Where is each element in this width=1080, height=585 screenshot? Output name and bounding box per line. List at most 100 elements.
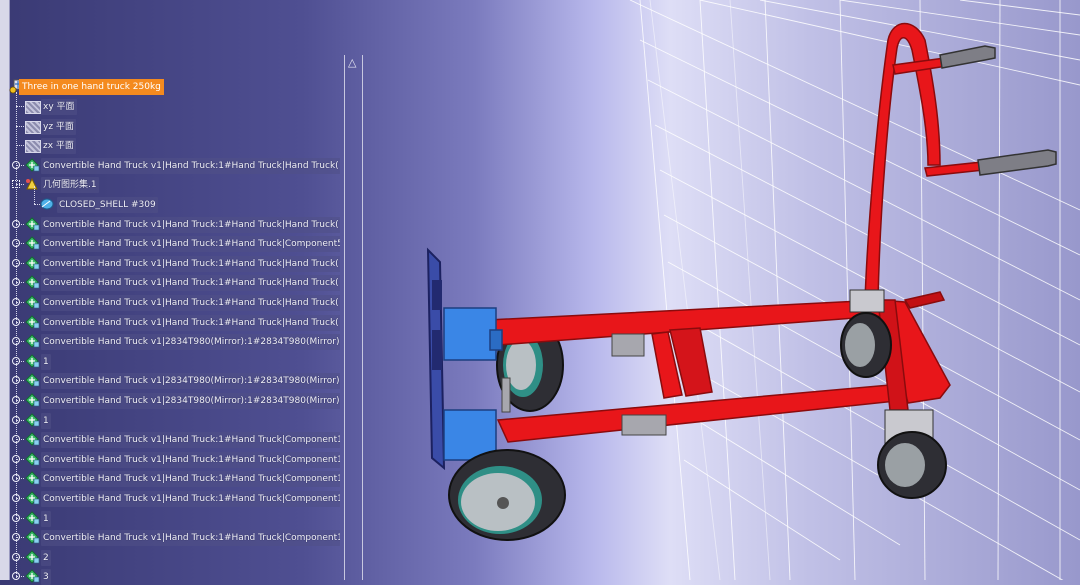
tree-node[interactable]: yz 平面 <box>41 118 76 135</box>
tree-node-label: Convertible Hand Truck v1|Hand Truck:1#H… <box>41 275 340 292</box>
tree-node[interactable]: CLOSED_SHELL #309 <box>57 197 158 213</box>
expand-toggle-icon[interactable] <box>12 415 20 424</box>
part-icon <box>25 275 40 290</box>
tree-root-node[interactable]: Three in one hand truck 250kg <box>19 79 164 95</box>
closed-shell-icon <box>40 198 54 210</box>
tree-node-label: xy 平面 <box>41 99 77 115</box>
plane-icon <box>25 101 41 114</box>
tree-node-label: 3 <box>41 569 51 585</box>
tree-node[interactable]: Convertible Hand Truck v1|Hand Truck:1#H… <box>41 216 340 233</box>
tree-node[interactable]: Convertible Hand Truck v1|Hand Truck:1#H… <box>41 530 340 547</box>
tree-node-label: Convertible Hand Truck v1|2834T980(Mirro… <box>41 393 340 409</box>
tree-node[interactable]: Convertible Hand Truck v1|Hand Truck:1#H… <box>41 451 340 468</box>
tree-node-label: Convertible Hand Truck v1|Hand Truck:1#H… <box>41 432 340 449</box>
front-wheel <box>448 449 566 541</box>
expand-toggle-icon[interactable] <box>12 160 20 169</box>
part-icon <box>25 236 40 250</box>
tree-node-label: Convertible Hand Truck v1|Hand Truck:1#H… <box>41 255 340 272</box>
expand-toggle-icon[interactable] <box>12 513 20 522</box>
tree-node[interactable]: Convertible Hand Truck v1|Hand Truck:1#H… <box>41 295 340 311</box>
tree-node-label: 几何图形集.1 <box>41 177 99 194</box>
tree-node-label: Convertible Hand Truck v1|Hand Truck:1#H… <box>41 530 340 547</box>
plane-icon <box>25 120 41 134</box>
tree-node-label: yz 平面 <box>41 118 76 135</box>
tree-node[interactable]: Convertible Hand Truck v1|2834T980(Mirro… <box>41 393 340 409</box>
tree-node-label: Convertible Hand Truck v1|Hand Truck:1#H… <box>41 471 340 488</box>
part-icon <box>25 373 40 388</box>
tree-node[interactable]: Convertible Hand Truck v1|2834T980(Mirro… <box>41 373 340 390</box>
expand-toggle-icon[interactable] <box>12 494 20 502</box>
tree-node[interactable]: Convertible Hand Truck v1|Hand Truck:1#H… <box>41 255 340 272</box>
tree-node-label: 1 <box>41 510 51 527</box>
part-icon <box>25 314 40 329</box>
part-icon <box>25 354 40 368</box>
tree-node-label: zx 平面 <box>41 138 76 155</box>
tree-connector <box>16 125 24 127</box>
scroll-up-arrow-icon[interactable]: △ <box>348 57 356 68</box>
tree-node-label: CLOSED_SHELL #309 <box>57 197 158 213</box>
part-icon <box>25 432 40 446</box>
tree-node-label: Convertible Hand Truck v1|2834T980(Mirro… <box>41 373 340 390</box>
tree-node[interactable]: Convertible Hand Truck v1|Hand Truck:1#H… <box>41 491 340 507</box>
part-icon <box>25 158 40 172</box>
tree-node-label: Convertible Hand Truck v1|Hand Truck:1#H… <box>41 295 340 311</box>
tree-node[interactable]: Convertible Hand Truck v1|Hand Truck:1#H… <box>41 157 340 174</box>
part-icon <box>25 412 40 427</box>
tree-node[interactable]: 1 <box>41 412 51 429</box>
tree-node-label: Convertible Hand Truck v1|Hand Truck:1#H… <box>41 236 340 253</box>
tree-node-label: Convertible Hand Truck v1|Hand Truck:1#H… <box>41 216 340 233</box>
tree-node[interactable]: Convertible Hand Truck v1|Hand Truck:1#H… <box>41 236 340 253</box>
tree-node-label: 2 <box>41 549 51 566</box>
tree-node-label: Convertible Hand Truck v1|Hand Truck:1#H… <box>41 451 340 468</box>
tree-node[interactable]: Convertible Hand Truck v1|Hand Truck:1#H… <box>41 314 340 331</box>
tree-node-label: 1 <box>41 412 51 429</box>
part-icon <box>25 491 40 505</box>
tree-node[interactable]: xy 平面 <box>41 99 77 115</box>
tree-node[interactable]: Convertible Hand Truck v1|Hand Truck:1#H… <box>41 471 340 488</box>
axle-brackets <box>443 307 503 461</box>
tree-child-line <box>34 186 35 204</box>
part-icon <box>25 216 40 231</box>
part-icon <box>25 393 40 407</box>
part-icon <box>25 569 40 584</box>
tree-node-label: Convertible Hand Truck v1|Hand Truck:1#H… <box>41 314 340 331</box>
tree-node[interactable]: 1 <box>41 353 51 370</box>
tree-node-label: Convertible Hand Truck v1|Hand Truck:1#H… <box>41 491 340 507</box>
tree-node[interactable]: zx 平面 <box>41 138 76 155</box>
expand-toggle-icon[interactable] <box>12 396 20 404</box>
hand-truck-model[interactable] <box>426 22 1057 541</box>
geometry-set-icon <box>26 178 38 190</box>
expand-toggle-icon[interactable] <box>12 298 20 306</box>
part-icon <box>25 256 40 270</box>
part-icon <box>25 334 40 348</box>
tree-node[interactable]: 2 <box>41 549 51 566</box>
part-icon <box>25 550 40 564</box>
part-icon <box>25 510 40 525</box>
tree-node-label: Convertible Hand Truck v1|Hand Truck:1#H… <box>41 157 340 174</box>
expand-toggle-icon[interactable] <box>12 317 20 326</box>
tree-node[interactable]: Convertible Hand Truck v1|Hand Truck:1#H… <box>41 432 340 449</box>
part-icon <box>25 530 40 544</box>
expand-toggle-icon[interactable] <box>12 454 20 463</box>
tree-node[interactable]: Convertible Hand Truck v1|2834T980(Mirro… <box>41 334 340 351</box>
expand-toggle-icon[interactable] <box>12 552 20 561</box>
tree-node[interactable]: 1 <box>41 510 51 527</box>
plane-icon <box>25 140 41 154</box>
expand-toggle-icon[interactable] <box>12 356 20 365</box>
collapse-toggle-icon[interactable] <box>12 180 20 189</box>
nose-plate <box>426 247 446 471</box>
tree-connector <box>16 106 24 107</box>
expand-toggle-icon[interactable] <box>12 258 20 267</box>
tree-node[interactable]: Convertible Hand Truck v1|Hand Truck:1#H… <box>41 275 340 292</box>
tree-node-label: Convertible Hand Truck v1|2834T980(Mirro… <box>41 334 340 351</box>
tree-node[interactable]: 几何图形集.1 <box>41 177 99 194</box>
part-icon <box>25 471 40 486</box>
tree-node[interactable]: 3 <box>41 569 51 585</box>
expand-toggle-icon[interactable] <box>12 219 20 228</box>
tree-node-label: 1 <box>41 353 51 370</box>
handle-grips <box>939 45 1057 176</box>
tree-connector <box>16 145 24 147</box>
part-icon <box>25 295 40 309</box>
part-icon <box>25 452 40 466</box>
tree-scrollbar[interactable]: △ <box>344 55 363 580</box>
